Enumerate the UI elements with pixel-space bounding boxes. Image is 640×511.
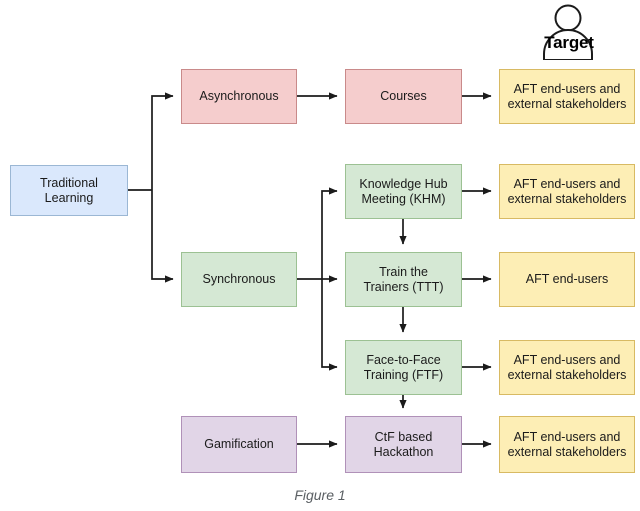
node-knowledge-hub-meeting-label: Knowledge Hub Meeting (KHM) (359, 176, 448, 206)
figure-caption: Figure 1 (294, 487, 346, 503)
node-asynchronous-label: Asynchronous (199, 89, 279, 103)
node-target-ctf-label: AFT end-users and external stakeholders (507, 429, 627, 459)
node-target-courses-label: AFT end-users and external stakeholders (507, 81, 627, 111)
node-knowledge-hub-meeting[interactable]: Knowledge Hub Meeting (KHM) (345, 164, 462, 219)
node-target-courses[interactable]: AFT end-users and external stakeholders (499, 69, 635, 124)
node-asynchronous[interactable]: Asynchronous (181, 69, 297, 124)
node-target-khm-label: AFT end-users and external stakeholders (507, 176, 627, 206)
node-gamification[interactable]: Gamification (181, 416, 297, 473)
node-synchronous-label: Synchronous (202, 272, 276, 286)
edge-traditional-to-asynchronous (151, 92, 174, 190)
node-gamification-label: Gamification (204, 437, 274, 451)
node-target-ctf[interactable]: AFT end-users and external stakeholders (499, 416, 635, 473)
node-target-ttt[interactable]: AFT end-users (499, 252, 635, 307)
node-target-khm[interactable]: AFT end-users and external stakeholders (499, 164, 635, 219)
node-traditional-learning[interactable]: Traditional Learning (10, 165, 128, 216)
edge-synchronous-to-khm (321, 187, 338, 279)
node-train-the-trainers[interactable]: Train the Trainers (TTT) (345, 252, 462, 307)
node-face-to-face-training[interactable]: Face-to-Face Training (FTF) (345, 340, 462, 395)
node-ctf-based-hackathon[interactable]: CtF based Hackathon (345, 416, 462, 473)
node-face-to-face-training-label: Face-to-Face Training (FTF) (363, 352, 444, 382)
figure-diagram: Target Traditional Learning Asynchronous… (0, 0, 640, 511)
node-target-ttt-label: AFT end-users (525, 272, 609, 286)
actor-target-label: Target (544, 33, 594, 52)
node-target-ftf-label: AFT end-users and external stakeholders (507, 352, 627, 382)
node-courses-label: Courses (380, 89, 427, 103)
node-target-ftf[interactable]: AFT end-users and external stakeholders (499, 340, 635, 395)
edge-traditional-to-synchronous (151, 190, 174, 283)
node-traditional-learning-label: Traditional Learning (40, 175, 98, 205)
node-train-the-trainers-label: Train the Trainers (TTT) (363, 264, 444, 294)
node-ctf-based-hackathon-label: CtF based Hackathon (373, 429, 434, 459)
node-courses[interactable]: Courses (345, 69, 462, 124)
edge-synchronous-to-ftf (321, 279, 338, 371)
node-synchronous[interactable]: Synchronous (181, 252, 297, 307)
